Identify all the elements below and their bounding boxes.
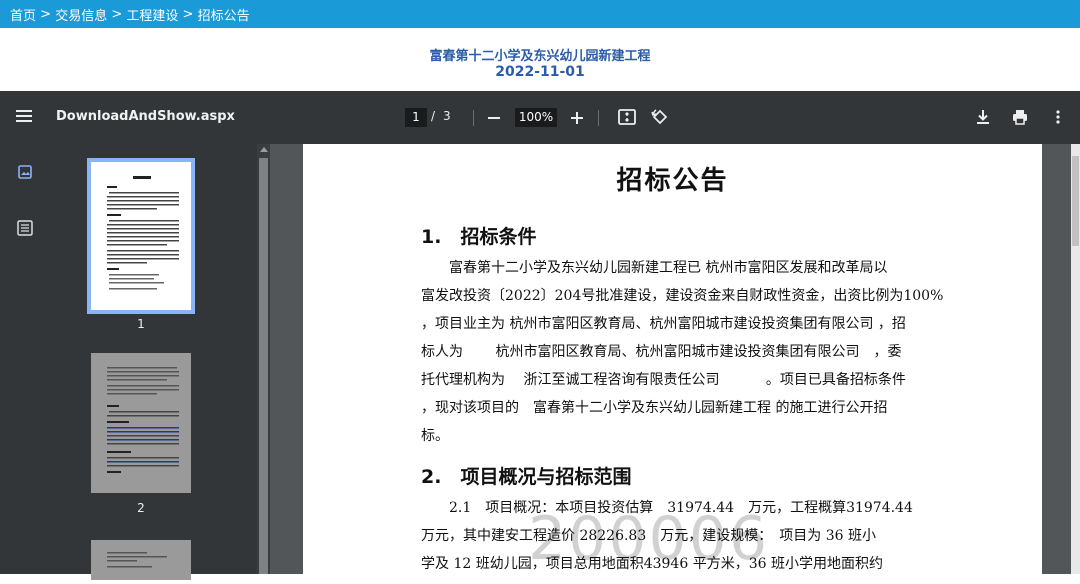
document-scrollbar-thumb[interactable] xyxy=(1072,156,1079,246)
paragraph-line: 富春第十二小学及东兴幼儿园新建工程已 杭州市富阳区发展和改革局以 xyxy=(421,260,888,276)
pdf-filename: DownloadAndShow.aspx xyxy=(56,109,235,124)
paragraph-line: ，项目业主为 杭州市富阳区教育局、杭州富阳城市建设投资集团有限公司 ，招 xyxy=(421,316,906,332)
breadcrumb-separator: > xyxy=(107,6,127,22)
zoom-input[interactable]: 100% xyxy=(515,108,557,127)
page-number-input[interactable]: 1 xyxy=(405,108,427,127)
zoom-out-button[interactable] xyxy=(487,108,501,128)
paragraph-line: 标。 xyxy=(421,428,449,444)
watermark: 200006 xyxy=(528,504,770,574)
print-icon[interactable] xyxy=(1010,107,1030,127)
rotate-icon[interactable] xyxy=(650,107,670,127)
toolbar-divider xyxy=(598,110,599,126)
breadcrumb-bid-notice[interactable]: 招标公告 xyxy=(198,5,250,24)
menu-icon[interactable] xyxy=(14,107,34,127)
paragraph-line: 标人为 杭州市富阳区教育局、杭州富阳城市建设投资集团有限公司 ，委 xyxy=(421,344,902,360)
project-title: 富春第十二小学及东兴幼儿园新建工程 xyxy=(429,49,651,64)
thumbnail-label: 2 xyxy=(137,501,145,515)
thumbnail-sidebar: 1 2 xyxy=(0,144,270,580)
announcement-header: 富春第十二小学及东兴幼儿园新建工程 2022-11-01 xyxy=(0,28,1080,91)
document-title: 招标公告 xyxy=(616,166,729,196)
fit-page-icon[interactable] xyxy=(617,107,637,127)
zoom-in-button[interactable] xyxy=(570,108,584,128)
breadcrumb-separator: > xyxy=(178,6,198,22)
download-icon[interactable] xyxy=(973,107,993,127)
scroll-up-arrow-icon[interactable] xyxy=(260,147,268,152)
paragraph-line: 富发改投资〔2022〕204号批准建设，建设资金来自财政性资金，出资比例为100… xyxy=(421,288,944,304)
publish-date: 2022-11-01 xyxy=(495,64,585,80)
breadcrumb: 首页 > 交易信息 > 工程建设 > 招标公告 xyxy=(0,0,1080,28)
sidebar-scrollbar[interactable] xyxy=(257,144,270,574)
breadcrumb-home[interactable]: 首页 xyxy=(10,5,36,24)
document-scrollbar[interactable] xyxy=(1071,144,1080,574)
paragraph-line: ，现对该项目的 富春第十二小学及东兴幼儿园新建工程 的施工进行公开招 xyxy=(421,400,888,416)
sidebar-scrollbar-thumb[interactable] xyxy=(259,158,268,574)
paragraph-line: 托代理机构为 浙江至诚工程咨询有限责任公司 。项目已具备招标条件 xyxy=(421,372,906,388)
thumbnail-list: 1 2 xyxy=(48,144,258,580)
thumbnail-view-icon[interactable] xyxy=(14,161,36,183)
breadcrumb-construction[interactable]: 工程建设 xyxy=(126,5,178,24)
more-vert-icon[interactable] xyxy=(1048,107,1068,127)
pdf-page: 招标公告 1. 招标条件 富春第十二小学及东兴幼儿园新建工程已 杭州市富阳区发展… xyxy=(303,144,1042,574)
pdf-viewer: DownloadAndShow.aspx 1 / 3 100% 1 2 招标公告… xyxy=(0,91,1080,580)
page-thumbnail[interactable] xyxy=(91,540,191,580)
page-thumbnail[interactable] xyxy=(91,353,191,493)
section-heading: 1. 招标条件 xyxy=(421,226,537,248)
page-thumbnail[interactable] xyxy=(87,158,195,314)
breadcrumb-separator: > xyxy=(36,6,56,22)
section-heading: 2. 项目概况与招标范围 xyxy=(421,466,632,488)
total-pages: 3 xyxy=(443,109,451,123)
page-separator: / xyxy=(431,109,436,123)
breadcrumb-trade-info[interactable]: 交易信息 xyxy=(55,5,107,24)
outline-view-icon[interactable] xyxy=(14,217,36,239)
thumbnail-label: 1 xyxy=(137,317,145,331)
pdf-toolbar: DownloadAndShow.aspx 1 / 3 100% xyxy=(0,91,1080,144)
toolbar-divider xyxy=(473,110,474,126)
